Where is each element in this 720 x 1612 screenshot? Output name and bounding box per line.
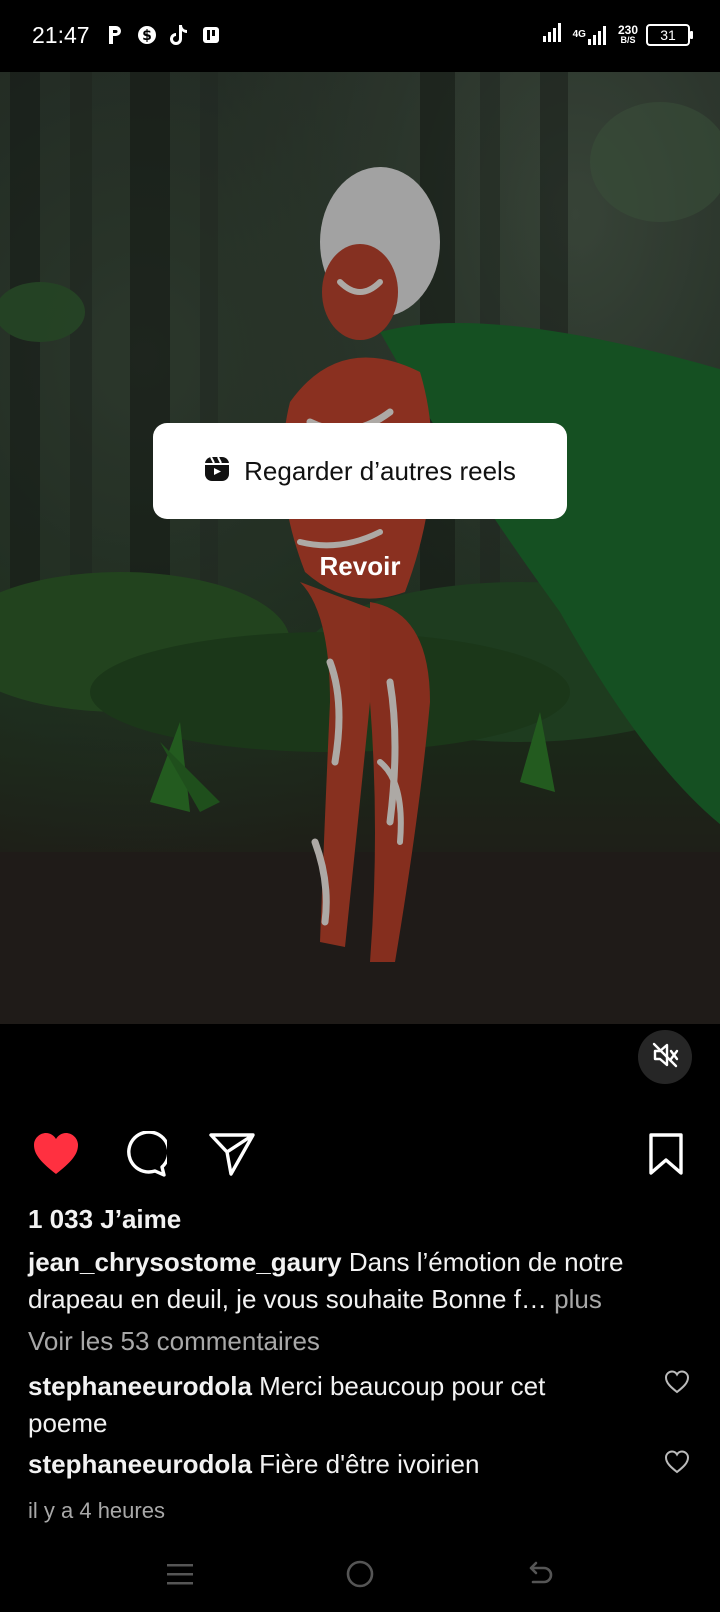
svg-text:$: $ [142,28,152,44]
watch-more-reels-button[interactable]: Regarder d’autres reels [153,423,567,519]
comment-item: stephaneeurodola Fière d'être ivoirien [28,1446,628,1483]
heart-outline-icon [664,1450,690,1478]
comment-like-button[interactable] [664,1450,690,1476]
reels-icon [204,456,230,487]
likes-count[interactable]: 1 033 J’aime [28,1204,181,1235]
heart-outline-icon [664,1370,690,1398]
dollar-icon: $ [136,24,158,46]
network-type: 4G [573,25,610,45]
menu-button[interactable] [160,1556,200,1596]
comment-username[interactable]: stephaneeurodola [28,1371,252,1401]
comment-icon [121,1129,171,1182]
post-timestamp: il y a 4 heures [28,1498,165,1523]
back-button[interactable] [520,1556,560,1596]
share-button[interactable] [206,1130,258,1182]
network-speed: 230 B/S [617,23,638,45]
bookmark-icon [648,1132,684,1180]
send-icon [209,1132,255,1181]
p-icon [104,24,126,46]
comment-text-cont: poeme [28,1408,108,1438]
status-bar: 21:47 $ 4G 230 B/S 31 [0,0,720,72]
comment-text: Fière d'être ivoirien [251,1449,480,1479]
comment-button[interactable] [118,1129,171,1182]
home-icon [345,1559,375,1594]
author-username[interactable]: jean_chrysostome_gaury [28,1247,342,1277]
tiktok-icon [168,24,190,46]
comment-like-button[interactable] [664,1370,690,1396]
home-button[interactable] [340,1556,380,1596]
save-button[interactable] [640,1130,692,1182]
reel-video[interactable]: Regarder d’autres reels Revoir [0,72,720,1024]
caption-text-line1: Dans l’émotion de notre [341,1247,624,1277]
signal-icon [542,22,565,47]
watch-more-reels-label: Regarder d’autres reels [244,455,516,486]
speaker-muted-icon [651,1041,679,1074]
more-link[interactable]: plus [547,1284,602,1314]
comment-text: Merci beaucoup pour cet [251,1371,546,1401]
back-icon [525,1559,555,1594]
system-status: 4G 230 B/S 31 [542,22,693,47]
payment-icon [200,24,222,46]
notification-icons: $ [104,24,222,46]
view-all-comments-link[interactable]: Voir les 53 commentaires [28,1326,320,1357]
video-end-overlay [0,72,720,1024]
mute-toggle-button[interactable] [638,1030,692,1084]
system-navigation-bar [0,1548,720,1612]
battery-indicator: 31 [646,23,693,46]
replay-button[interactable]: Revoir [0,551,720,582]
caption-text-line2: drapeau en deuil, je vous souhaite Bonne… [28,1284,547,1314]
heart-filled-icon [32,1132,80,1181]
post-caption: jean_chrysostome_gaury Dans l’émotion de… [28,1244,688,1318]
post-actions [0,1129,720,1186]
status-time: 21:47 [32,22,90,48]
comment-item: stephaneeurodola Merci beaucoup pour cet… [28,1368,628,1442]
comment-username[interactable]: stephaneeurodola [28,1449,252,1479]
menu-icon [165,1561,195,1592]
like-button[interactable] [30,1130,82,1182]
